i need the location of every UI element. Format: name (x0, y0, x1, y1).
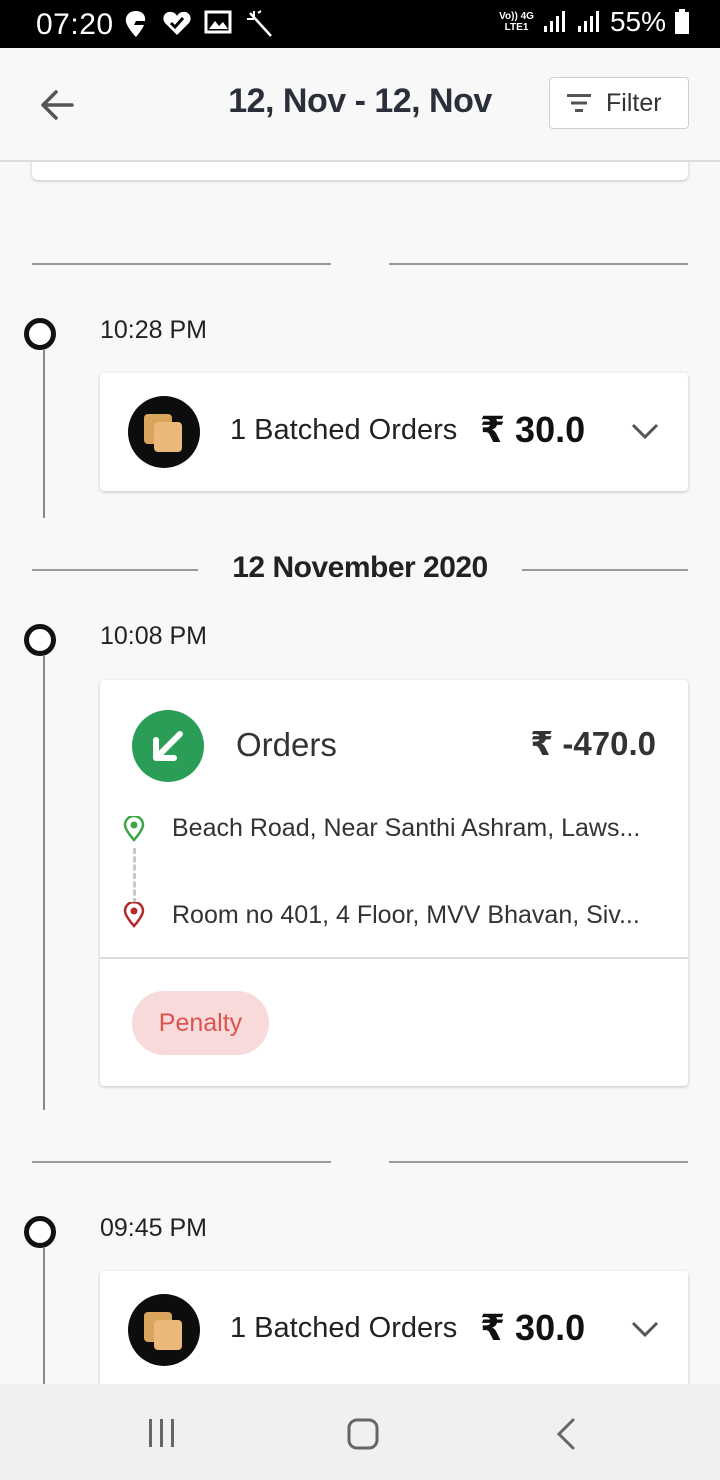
swiggy-icon (125, 11, 146, 37)
chevron-down-icon[interactable] (630, 1319, 660, 1339)
batch-label: 1 Batched Orders (230, 1312, 458, 1344)
batch-amount: ₹ 30.0 (480, 409, 586, 450)
signal-icon (543, 11, 565, 32)
previous-card[interactable] (32, 162, 688, 180)
battery-percent: 55% (609, 6, 666, 37)
timeline-list[interactable]: 10:28 PM 1 Batched Orders ₹ 30.0 12 Nove… (0, 162, 720, 1384)
app-bar: 12, Nov - 12, Nov Filter (0, 48, 720, 162)
health-icon (163, 11, 191, 36)
system-nav-bar (0, 1384, 720, 1480)
batch-label: 1 Batched Orders (230, 414, 458, 446)
timeline-dot (24, 318, 56, 350)
entry-time: 10:28 PM (100, 316, 208, 344)
status-time: 07:20 (36, 8, 114, 41)
section-divider (32, 1161, 331, 1163)
batched-orders-card[interactable]: 1 Batched Orders ₹ 30.0 (100, 1271, 688, 1384)
filter-label: Filter (606, 88, 662, 117)
entry-time: 10:08 PM (100, 622, 208, 650)
timeline-line (43, 350, 45, 518)
chevron-down-icon[interactable] (630, 421, 660, 441)
timeline-line (43, 656, 45, 1110)
entry-time: 09:45 PM (100, 1214, 208, 1242)
notification-icons (122, 9, 274, 39)
date-divider-right (522, 569, 688, 571)
magic-wand-icon (247, 10, 272, 37)
pickup-address: Beach Road, Near Santhi Ashram, Laws... (172, 814, 641, 842)
pickup-pin-icon (123, 816, 145, 842)
battery-icon (675, 9, 689, 34)
batch-orders-icon (128, 396, 200, 468)
section-divider (32, 263, 331, 265)
timeline-line (43, 1248, 45, 1384)
status-right: Vo)) 4G LTE1 55% (499, 6, 690, 38)
route-connector (133, 848, 136, 904)
timeline-dot (24, 1216, 56, 1248)
network-indicator: Vo)) 4G LTE1 (499, 11, 534, 33)
filter-button[interactable]: Filter (549, 77, 689, 129)
order-title: Orders (236, 726, 337, 763)
home-icon[interactable] (346, 1417, 380, 1451)
date-header: 12 November 2020 (232, 551, 488, 584)
order-amount: ₹ -470.0 (530, 725, 656, 762)
penalty-badge: Penalty (132, 991, 269, 1055)
order-card[interactable]: Orders ₹ -470.0 Beach Road, Near Santhi … (100, 680, 688, 1086)
network-type-label: Vo)) 4G (499, 11, 534, 22)
timeline-dot (24, 624, 56, 656)
drop-address: Room no 401, 4 Floor, MVV Bhavan, Siv... (172, 901, 640, 929)
recents-icon[interactable] (144, 1417, 180, 1449)
section-divider (389, 1161, 688, 1163)
nav-back-icon[interactable] (553, 1417, 579, 1451)
batched-orders-card[interactable]: 1 Batched Orders ₹ 30.0 (100, 373, 688, 491)
status-bar: 07:20 Vo)) 4G LTE1 55% (0, 0, 720, 48)
network-sim-label: LTE1 (504, 22, 529, 33)
signal-icon-2 (577, 11, 599, 32)
gallery-icon (204, 10, 232, 34)
batch-orders-icon (128, 1294, 200, 1366)
card-divider (100, 957, 688, 959)
batch-amount: ₹ 30.0 (480, 1307, 586, 1348)
incoming-arrow-icon (132, 710, 204, 782)
filter-icon (567, 94, 591, 112)
drop-pin-icon (123, 902, 145, 928)
section-divider (389, 263, 688, 265)
